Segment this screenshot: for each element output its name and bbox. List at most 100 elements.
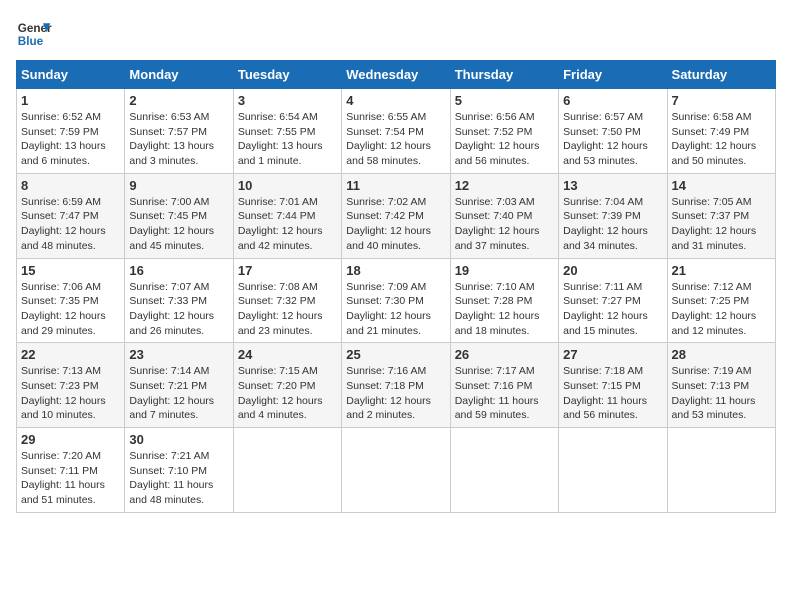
day-info: Sunrise: 7:15 AMSunset: 7:20 PMDaylight:… [238, 364, 337, 423]
calendar-cell: 11 Sunrise: 7:02 AMSunset: 7:42 PMDaylig… [342, 173, 450, 258]
day-number: 25 [346, 347, 445, 362]
day-info: Sunrise: 7:03 AMSunset: 7:40 PMDaylight:… [455, 195, 554, 254]
day-number: 22 [21, 347, 120, 362]
calendar-cell: 22 Sunrise: 7:13 AMSunset: 7:23 PMDaylig… [17, 343, 125, 428]
day-info: Sunrise: 6:53 AMSunset: 7:57 PMDaylight:… [129, 110, 228, 169]
day-number: 27 [563, 347, 662, 362]
day-info: Sunrise: 7:16 AMSunset: 7:18 PMDaylight:… [346, 364, 445, 423]
day-info: Sunrise: 7:08 AMSunset: 7:32 PMDaylight:… [238, 280, 337, 339]
day-info: Sunrise: 7:01 AMSunset: 7:44 PMDaylight:… [238, 195, 337, 254]
day-number: 19 [455, 263, 554, 278]
day-info: Sunrise: 6:56 AMSunset: 7:52 PMDaylight:… [455, 110, 554, 169]
day-number: 3 [238, 93, 337, 108]
day-number: 20 [563, 263, 662, 278]
calendar-cell: 2 Sunrise: 6:53 AMSunset: 7:57 PMDayligh… [125, 89, 233, 174]
calendar-cell: 28 Sunrise: 7:19 AMSunset: 7:13 PMDaylig… [667, 343, 775, 428]
day-number: 18 [346, 263, 445, 278]
calendar-cell: 23 Sunrise: 7:14 AMSunset: 7:21 PMDaylig… [125, 343, 233, 428]
day-header-thursday: Thursday [450, 61, 558, 89]
calendar-cell: 18 Sunrise: 7:09 AMSunset: 7:30 PMDaylig… [342, 258, 450, 343]
day-number: 8 [21, 178, 120, 193]
calendar-cell: 7 Sunrise: 6:58 AMSunset: 7:49 PMDayligh… [667, 89, 775, 174]
calendar-cell: 20 Sunrise: 7:11 AMSunset: 7:27 PMDaylig… [559, 258, 667, 343]
calendar-cell: 19 Sunrise: 7:10 AMSunset: 7:28 PMDaylig… [450, 258, 558, 343]
calendar-cell: 17 Sunrise: 7:08 AMSunset: 7:32 PMDaylig… [233, 258, 341, 343]
day-number: 17 [238, 263, 337, 278]
day-info: Sunrise: 7:09 AMSunset: 7:30 PMDaylight:… [346, 280, 445, 339]
calendar-week-row: 8 Sunrise: 6:59 AMSunset: 7:47 PMDayligh… [17, 173, 776, 258]
day-number: 23 [129, 347, 228, 362]
svg-text:Blue: Blue [18, 35, 44, 48]
calendar-cell: 25 Sunrise: 7:16 AMSunset: 7:18 PMDaylig… [342, 343, 450, 428]
calendar-cell: 9 Sunrise: 7:00 AMSunset: 7:45 PMDayligh… [125, 173, 233, 258]
day-number: 2 [129, 93, 228, 108]
calendar-cell [450, 428, 558, 513]
logo: General Blue [16, 16, 52, 52]
day-number: 28 [672, 347, 771, 362]
day-info: Sunrise: 7:18 AMSunset: 7:15 PMDaylight:… [563, 364, 662, 423]
calendar-body: 1 Sunrise: 6:52 AMSunset: 7:59 PMDayligh… [17, 89, 776, 513]
day-info: Sunrise: 6:55 AMSunset: 7:54 PMDaylight:… [346, 110, 445, 169]
day-info: Sunrise: 7:13 AMSunset: 7:23 PMDaylight:… [21, 364, 120, 423]
calendar-cell: 10 Sunrise: 7:01 AMSunset: 7:44 PMDaylig… [233, 173, 341, 258]
day-header-wednesday: Wednesday [342, 61, 450, 89]
calendar-cell [233, 428, 341, 513]
day-number: 13 [563, 178, 662, 193]
calendar-cell: 21 Sunrise: 7:12 AMSunset: 7:25 PMDaylig… [667, 258, 775, 343]
day-number: 9 [129, 178, 228, 193]
day-number: 5 [455, 93, 554, 108]
day-header-tuesday: Tuesday [233, 61, 341, 89]
day-number: 29 [21, 432, 120, 447]
day-info: Sunrise: 7:06 AMSunset: 7:35 PMDaylight:… [21, 280, 120, 339]
day-info: Sunrise: 7:11 AMSunset: 7:27 PMDaylight:… [563, 280, 662, 339]
day-info: Sunrise: 6:57 AMSunset: 7:50 PMDaylight:… [563, 110, 662, 169]
logo-icon: General Blue [16, 16, 52, 52]
day-info: Sunrise: 7:19 AMSunset: 7:13 PMDaylight:… [672, 364, 771, 423]
calendar-cell: 24 Sunrise: 7:15 AMSunset: 7:20 PMDaylig… [233, 343, 341, 428]
calendar-week-row: 22 Sunrise: 7:13 AMSunset: 7:23 PMDaylig… [17, 343, 776, 428]
day-number: 30 [129, 432, 228, 447]
calendar-cell: 8 Sunrise: 6:59 AMSunset: 7:47 PMDayligh… [17, 173, 125, 258]
day-info: Sunrise: 7:17 AMSunset: 7:16 PMDaylight:… [455, 364, 554, 423]
day-info: Sunrise: 6:52 AMSunset: 7:59 PMDaylight:… [21, 110, 120, 169]
day-header-friday: Friday [559, 61, 667, 89]
calendar-cell [559, 428, 667, 513]
day-number: 11 [346, 178, 445, 193]
header: General Blue [16, 16, 776, 52]
calendar-cell: 13 Sunrise: 7:04 AMSunset: 7:39 PMDaylig… [559, 173, 667, 258]
calendar-cell: 6 Sunrise: 6:57 AMSunset: 7:50 PMDayligh… [559, 89, 667, 174]
calendar-cell: 5 Sunrise: 6:56 AMSunset: 7:52 PMDayligh… [450, 89, 558, 174]
calendar-header-row: SundayMondayTuesdayWednesdayThursdayFrid… [17, 61, 776, 89]
calendar-cell: 3 Sunrise: 6:54 AMSunset: 7:55 PMDayligh… [233, 89, 341, 174]
day-info: Sunrise: 7:20 AMSunset: 7:11 PMDaylight:… [21, 449, 120, 508]
calendar-week-row: 29 Sunrise: 7:20 AMSunset: 7:11 PMDaylig… [17, 428, 776, 513]
calendar-cell: 4 Sunrise: 6:55 AMSunset: 7:54 PMDayligh… [342, 89, 450, 174]
calendar-cell [667, 428, 775, 513]
calendar-week-row: 15 Sunrise: 7:06 AMSunset: 7:35 PMDaylig… [17, 258, 776, 343]
calendar-table: SundayMondayTuesdayWednesdayThursdayFrid… [16, 60, 776, 513]
day-info: Sunrise: 7:05 AMSunset: 7:37 PMDaylight:… [672, 195, 771, 254]
day-number: 14 [672, 178, 771, 193]
day-number: 1 [21, 93, 120, 108]
day-info: Sunrise: 7:04 AMSunset: 7:39 PMDaylight:… [563, 195, 662, 254]
day-number: 21 [672, 263, 771, 278]
day-number: 26 [455, 347, 554, 362]
day-info: Sunrise: 6:59 AMSunset: 7:47 PMDaylight:… [21, 195, 120, 254]
day-header-saturday: Saturday [667, 61, 775, 89]
day-number: 10 [238, 178, 337, 193]
day-number: 15 [21, 263, 120, 278]
day-header-monday: Monday [125, 61, 233, 89]
calendar-cell: 29 Sunrise: 7:20 AMSunset: 7:11 PMDaylig… [17, 428, 125, 513]
calendar-cell: 14 Sunrise: 7:05 AMSunset: 7:37 PMDaylig… [667, 173, 775, 258]
day-number: 24 [238, 347, 337, 362]
day-number: 16 [129, 263, 228, 278]
calendar-cell: 12 Sunrise: 7:03 AMSunset: 7:40 PMDaylig… [450, 173, 558, 258]
day-info: Sunrise: 7:10 AMSunset: 7:28 PMDaylight:… [455, 280, 554, 339]
day-info: Sunrise: 6:54 AMSunset: 7:55 PMDaylight:… [238, 110, 337, 169]
calendar-cell: 15 Sunrise: 7:06 AMSunset: 7:35 PMDaylig… [17, 258, 125, 343]
calendar-cell: 16 Sunrise: 7:07 AMSunset: 7:33 PMDaylig… [125, 258, 233, 343]
day-info: Sunrise: 7:00 AMSunset: 7:45 PMDaylight:… [129, 195, 228, 254]
day-number: 7 [672, 93, 771, 108]
calendar-cell: 30 Sunrise: 7:21 AMSunset: 7:10 PMDaylig… [125, 428, 233, 513]
day-info: Sunrise: 7:07 AMSunset: 7:33 PMDaylight:… [129, 280, 228, 339]
